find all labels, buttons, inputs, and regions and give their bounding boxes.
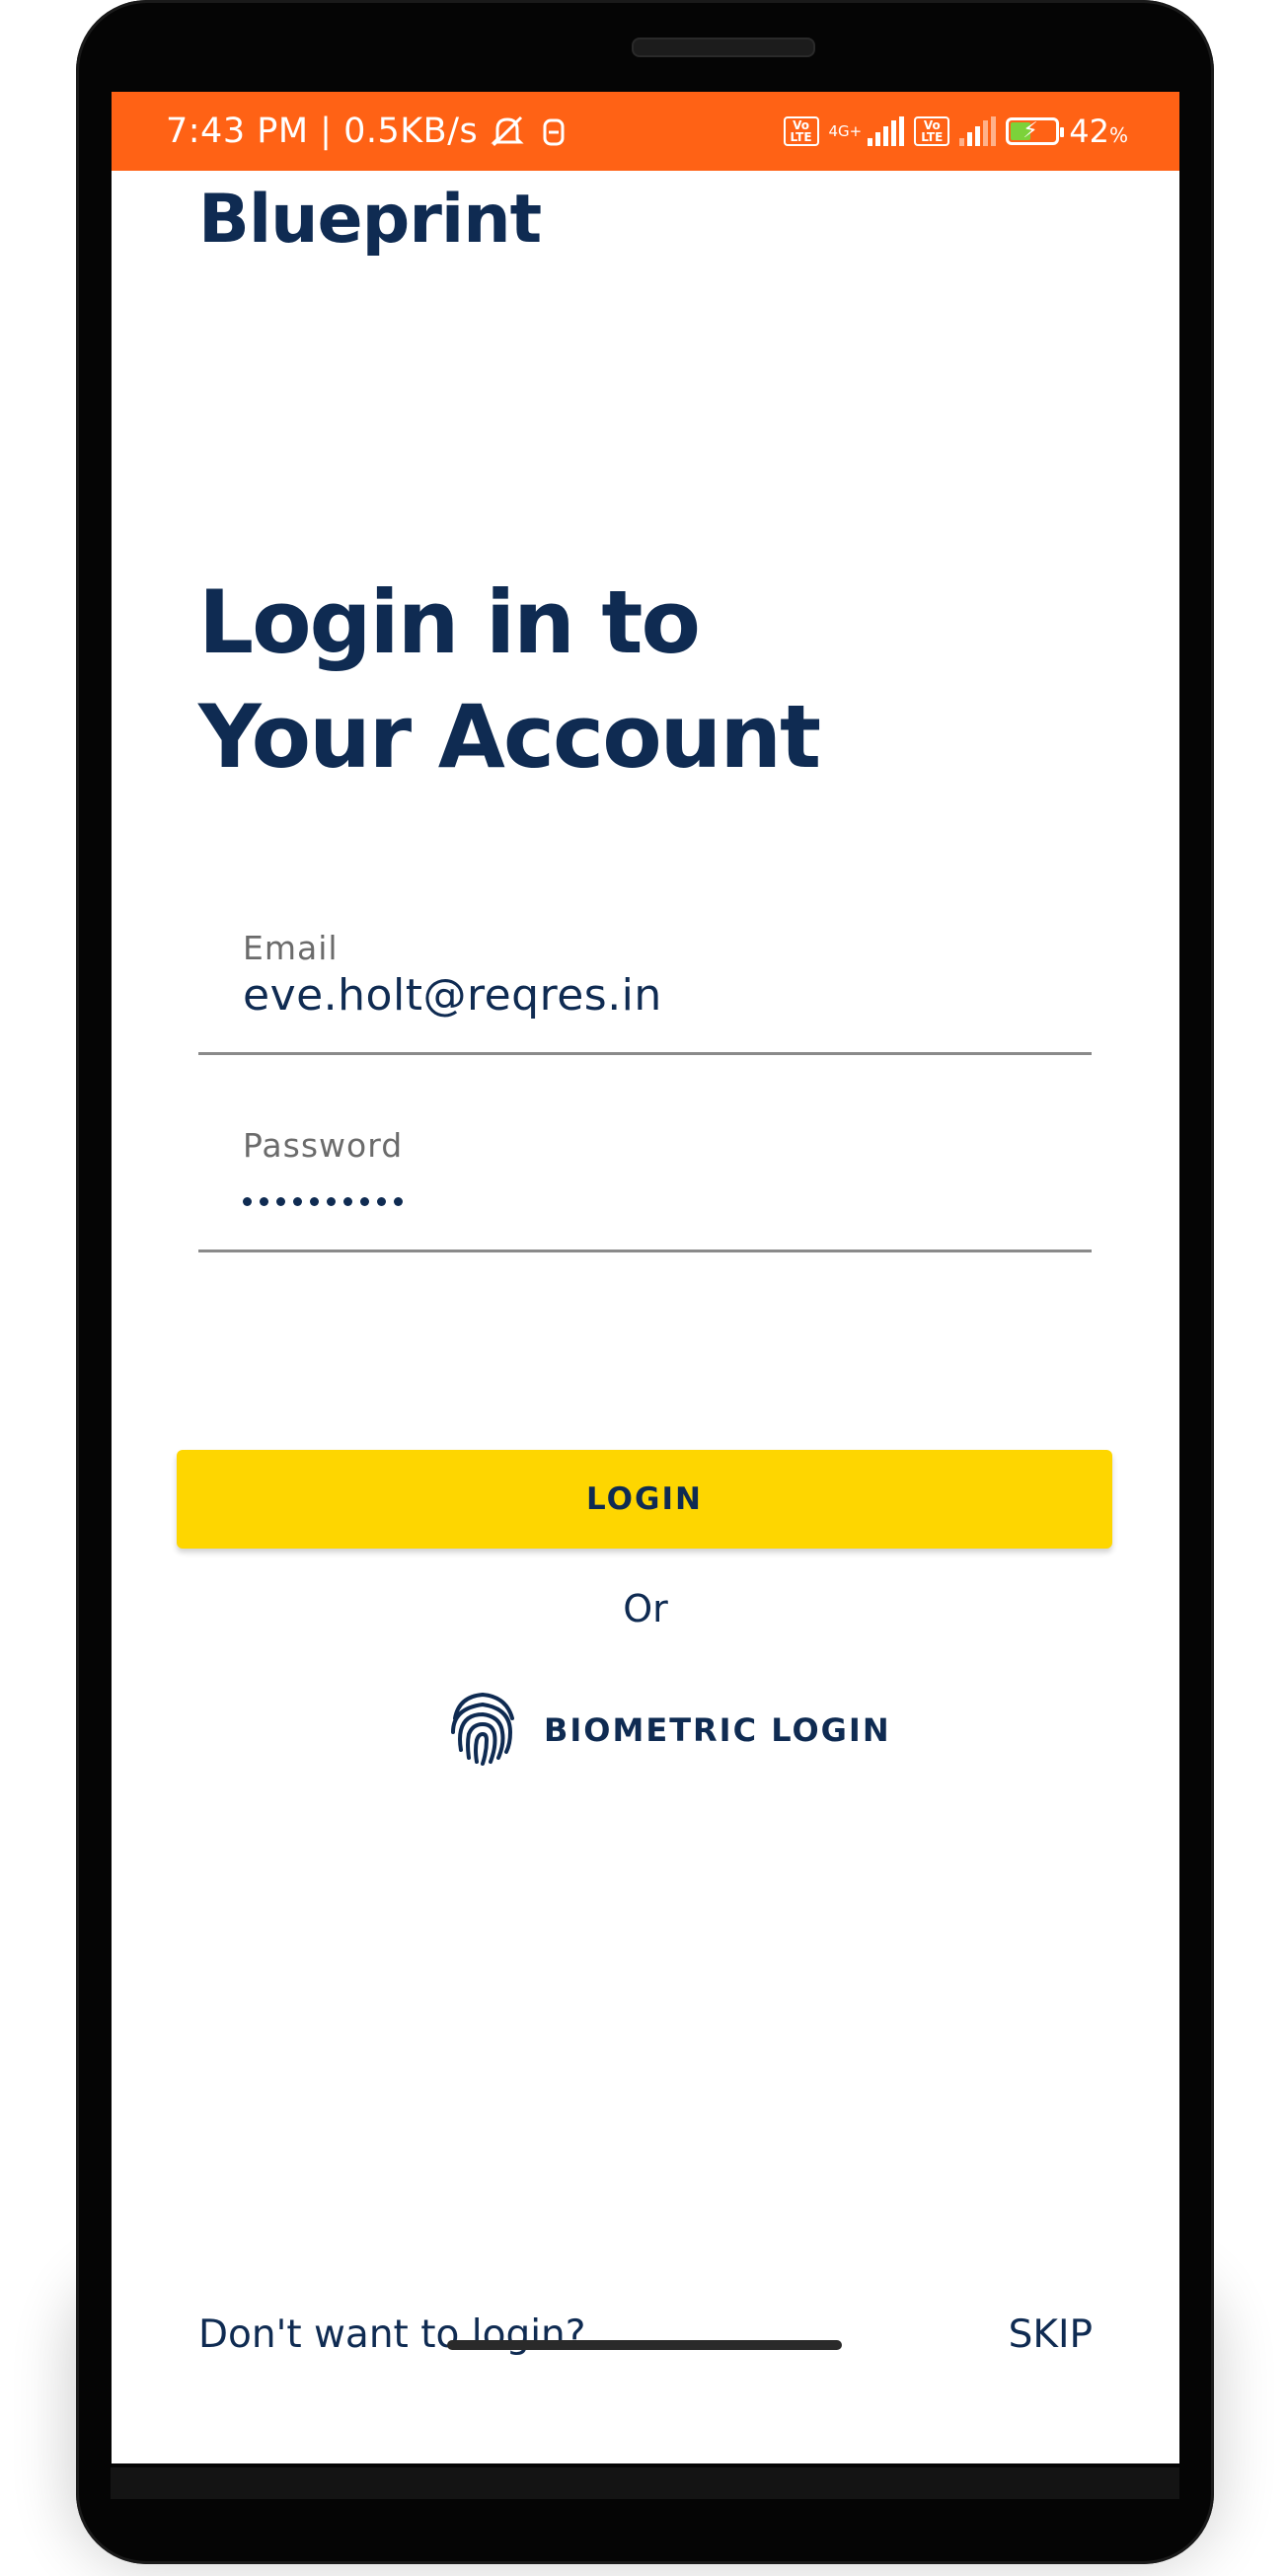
status-time-speed: 7:43 PM | 0.5KB/s	[166, 112, 479, 151]
or-divider-text: Or	[623, 1587, 668, 1630]
app-screen: 7:43 PM | 0.5KB/s Vo LTE 4G+ Vo LTE ⚡ 42…	[112, 92, 1179, 2463]
alarm-icon	[541, 114, 567, 148]
biometric-login-button[interactable]: BIOMETRIC LOGIN	[447, 1691, 891, 1770]
password-mask-dot	[377, 1197, 386, 1206]
password-mask-dot	[293, 1197, 302, 1206]
signal-icon	[868, 116, 905, 146]
password-mask-dot	[394, 1197, 403, 1206]
biometric-login-label: BIOMETRIC LOGIN	[544, 1711, 891, 1749]
password-mask-dot	[327, 1197, 336, 1206]
fingerprint-icon	[447, 1689, 518, 1772]
email-field[interactable]: Email eve.holt@reqres.in	[198, 929, 1092, 1055]
home-indicator[interactable]	[447, 2340, 842, 2350]
volte-icon-sim2: Vo LTE	[914, 116, 950, 146]
password-mask-dot	[310, 1197, 319, 1206]
brand-logo: Blueprint	[198, 181, 542, 259]
password-mask-dot	[343, 1197, 352, 1206]
page-title-line1: Login in to	[198, 571, 701, 673]
password-label: Password	[243, 1126, 404, 1165]
skip-prompt-text: Don't want to login?	[198, 2312, 586, 2357]
password-mask-dot	[260, 1197, 268, 1206]
battery-icon: ⚡	[1006, 117, 1065, 145]
email-label: Email	[243, 929, 339, 967]
battery-percent: 42%	[1069, 113, 1128, 150]
charging-bolt-icon: ⚡	[1023, 118, 1038, 143]
password-mask-dot	[360, 1197, 369, 1206]
status-left: 7:43 PM | 0.5KB/s	[166, 92, 567, 171]
login-button[interactable]: LOGIN	[177, 1450, 1112, 1549]
mute-icon	[488, 112, 527, 151]
phone-bottom-bezel	[111, 2467, 1179, 2499]
email-input[interactable]: eve.holt@reqres.in	[243, 970, 662, 1021]
status-right: Vo LTE 4G+ Vo LTE ⚡ 42%	[783, 92, 1128, 171]
password-input[interactable]	[243, 1197, 403, 1206]
page-title: Login in to Your Account	[198, 566, 1087, 795]
skip-button[interactable]: SKIP	[1009, 2312, 1093, 2357]
password-field[interactable]: Password	[198, 1126, 1092, 1252]
password-mask-dot	[243, 1197, 252, 1206]
page-title-line2: Your Account	[198, 686, 821, 788]
signal-icon-sim2	[959, 116, 997, 146]
network-type-label: 4G+	[828, 121, 863, 140]
status-bar: 7:43 PM | 0.5KB/s Vo LTE 4G+ Vo LTE ⚡ 42…	[112, 92, 1179, 171]
password-mask-dot	[276, 1197, 285, 1206]
volte-icon: Vo LTE	[783, 116, 819, 146]
earpiece-speaker	[632, 38, 815, 57]
